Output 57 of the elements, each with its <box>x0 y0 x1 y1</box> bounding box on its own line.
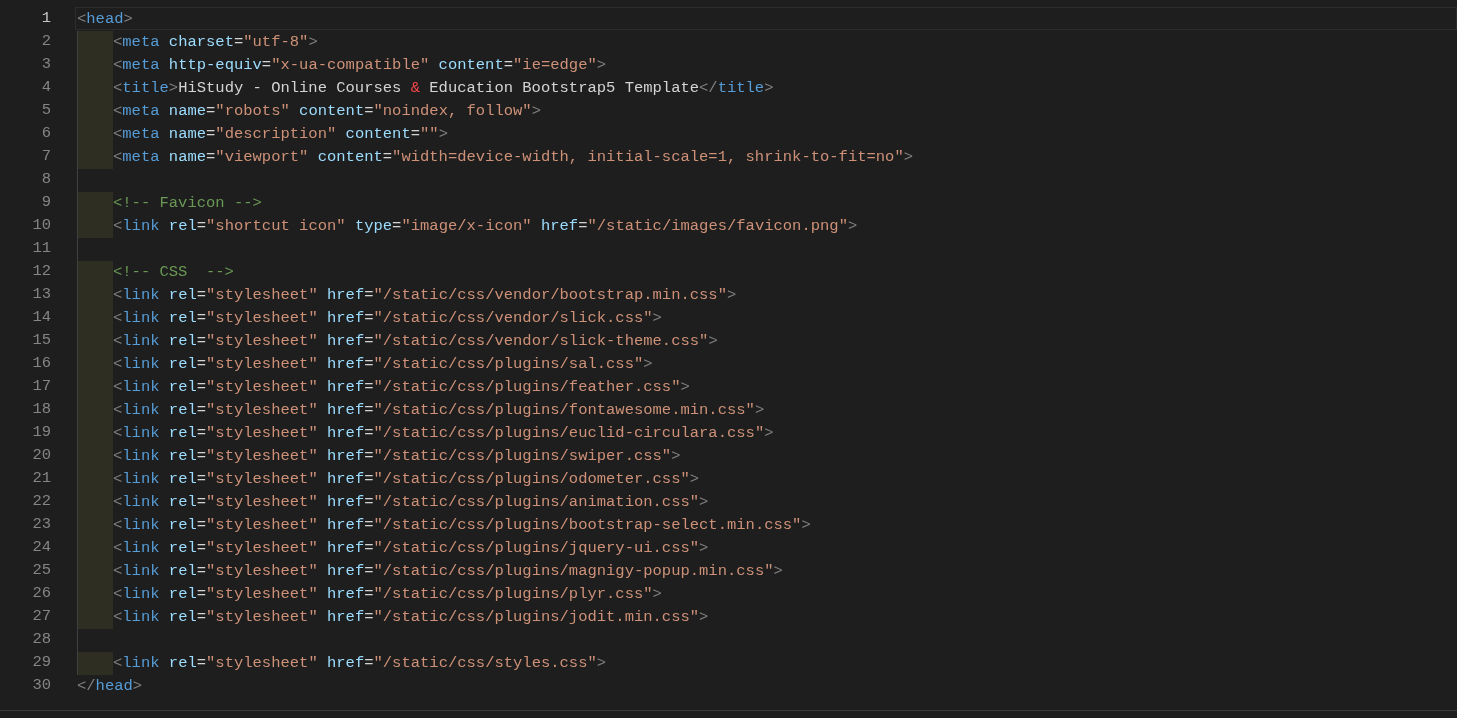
line-number: 30 <box>31 675 52 696</box>
code-line: <link rel="stylesheet" href="/static/css/plugins/jquery-ui.css"> <box>113 538 709 558</box>
line-number: 9 <box>40 192 52 213</box>
line-number: 10 <box>31 215 52 236</box>
line-number: 22 <box>31 491 52 512</box>
code-line: <link rel="stylesheet" href="/static/css/plugins/swiper.css"> <box>113 446 681 466</box>
code-line: <link rel="stylesheet" href="/static/css/styles.css"> <box>113 653 607 673</box>
code-line: <title>HiStudy - Online Courses & Education Bootstrap5 Template</title> <box>113 78 774 98</box>
code-line: <!-- Favicon --> <box>113 193 262 213</box>
code-line: <link rel="shortcut icon" type="image/x-icon" href="/static/images/favicon.png"> <box>113 216 858 236</box>
line-number: 16 <box>31 353 52 374</box>
code-line: <meta name="description" content=""> <box>113 124 448 144</box>
code-line: <meta name="viewport" content="width=device-width, initial-scale=1, shrink-to-fit=no"> <box>113 147 913 167</box>
code-line: <head> <box>77 9 133 29</box>
line-number: 13 <box>31 284 52 305</box>
code-line: <link rel="stylesheet" href="/static/css/plugins/fontawesome.min.css"> <box>113 400 765 420</box>
code-line: <link rel="stylesheet" href="/static/css/vendor/bootstrap.min.css"> <box>113 285 737 305</box>
line-number: 21 <box>31 468 52 489</box>
line-number: 1 <box>40 8 52 29</box>
line-number: 5 <box>40 100 52 121</box>
code-line: <link rel="stylesheet" href="/static/css/plugins/plyr.css"> <box>113 584 662 604</box>
code-line: <link rel="stylesheet" href="/static/css/plugins/euclid-circulara.css"> <box>113 423 774 443</box>
line-number: 26 <box>31 583 52 604</box>
line-number: 28 <box>31 629 52 650</box>
line-number: 29 <box>31 652 52 673</box>
line-number: 4 <box>40 77 52 98</box>
code-line: <meta name="robots" content="noindex, follow"> <box>113 101 541 121</box>
line-number: 6 <box>40 123 52 144</box>
code-line: <meta charset="utf-8"> <box>113 32 318 52</box>
line-number: 7 <box>40 146 52 167</box>
code-line: <meta http-equiv="x-ua-compatible" content="ie=edge"> <box>113 55 607 75</box>
line-number: 15 <box>31 330 52 351</box>
line-number: 25 <box>31 560 52 581</box>
code-line: <link rel="stylesheet" href="/static/css/plugins/bootstrap-select.min.css"> <box>113 515 811 535</box>
line-number: 17 <box>31 376 52 397</box>
line-number: 2 <box>40 31 52 52</box>
line-number: 24 <box>31 537 52 558</box>
code-line: <link rel="stylesheet" href="/static/css/plugins/odometer.css"> <box>113 469 700 489</box>
line-number: 11 <box>31 238 52 259</box>
line-number: 18 <box>31 399 52 420</box>
code-line: <link rel="stylesheet" href="/static/css/vendor/slick.css"> <box>113 308 662 328</box>
code-line: <!-- CSS --> <box>113 262 234 282</box>
line-number: 23 <box>31 514 52 535</box>
code-line: <link rel="stylesheet" href="/static/css/plugins/feather.css"> <box>113 377 690 397</box>
line-number: 8 <box>40 169 52 190</box>
code-line: </head> <box>77 676 143 696</box>
line-number: 12 <box>31 261 52 282</box>
code-line: <link rel="stylesheet" href="/static/css/plugins/jodit.min.css"> <box>113 607 709 627</box>
code-line: <link rel="stylesheet" href="/static/css/plugins/magnigy-popup.min.css"> <box>113 561 783 581</box>
line-number: 27 <box>31 606 52 627</box>
line-number: 19 <box>31 422 52 443</box>
code-line: <link rel="stylesheet" href="/static/css/vendor/slick-theme.css"> <box>113 331 718 351</box>
line-number: 14 <box>31 307 52 328</box>
code-line: <link rel="stylesheet" href="/static/css/plugins/sal.css"> <box>113 354 653 374</box>
line-number: 3 <box>40 54 52 75</box>
line-number: 20 <box>31 445 52 466</box>
code-line: <link rel="stylesheet" href="/static/css/plugins/animation.css"> <box>113 492 709 512</box>
